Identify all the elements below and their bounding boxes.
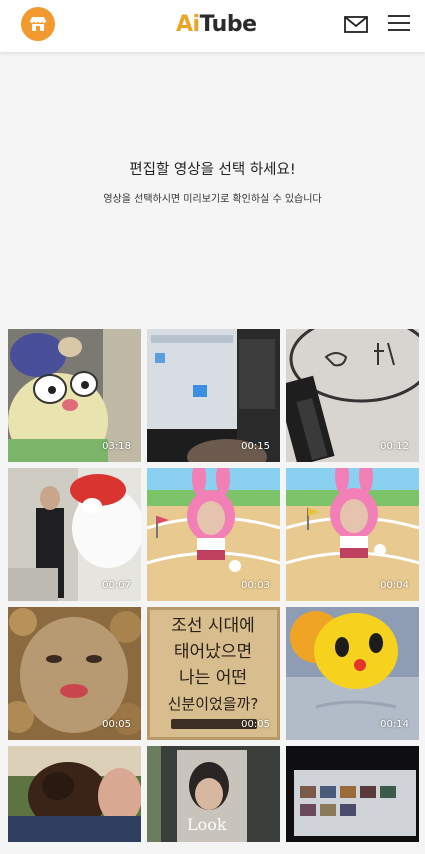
app-logo[interactable]: AiTube xyxy=(176,10,257,40)
video-thumbnail[interactable] xyxy=(286,746,419,842)
video-thumbnail[interactable]: 03:18 xyxy=(8,329,141,462)
logo-tube: Tube xyxy=(199,12,257,37)
app-header: AiTube xyxy=(0,0,425,52)
video-duration: 00:12 xyxy=(380,441,409,452)
store-icon xyxy=(29,17,47,31)
video-thumbnail[interactable]: 00:12 xyxy=(286,329,419,462)
intro-subtitle: 영상을 선택하시면 미리보기로 확인하실 수 있습니다 xyxy=(103,194,322,205)
intro-section: 편집할 영상을 선택 하세요! 영상을 선택하시면 미리보기로 확인하실 수 있… xyxy=(0,52,425,322)
video-thumbnail[interactable]: 00:04 xyxy=(286,468,419,601)
intro-title: 편집할 영상을 선택 하세요! xyxy=(129,162,296,178)
hamburger-menu-icon[interactable] xyxy=(388,14,410,32)
logo-ai: Ai xyxy=(176,12,200,37)
poster-line-4: 신분이었을까? xyxy=(168,695,259,713)
video-duration: 00:03 xyxy=(241,580,270,591)
video-duration: 00:14 xyxy=(380,719,409,730)
hair-bun-image xyxy=(8,746,141,842)
video-duration: 00:07 xyxy=(102,580,131,591)
video-thumbnail[interactable]: 00:05 xyxy=(8,607,141,740)
poster-line-3: 나는 어떤 xyxy=(179,668,247,688)
video-duration: 00:05 xyxy=(241,719,270,730)
store-button[interactable] xyxy=(21,7,55,41)
poster-line-1: 조선 시대에 xyxy=(171,616,255,636)
video-thumbnail[interactable]: 00:15 xyxy=(147,329,280,462)
video-duration: 03:18 xyxy=(102,441,131,452)
magazine-title: Look xyxy=(187,815,227,834)
video-duration: 00:04 xyxy=(380,580,409,591)
monitor-gallery-image xyxy=(286,746,419,842)
mail-icon[interactable] xyxy=(344,14,368,34)
poster-line-2: 태어났으면 xyxy=(174,642,252,662)
video-duration: 00:05 xyxy=(102,719,131,730)
video-thumbnail[interactable]: 00:03 xyxy=(147,468,280,601)
video-thumbnail[interactable]: 조선 시대에 태어났으면 나는 어떤 신분이었을까? 00:05 xyxy=(147,607,280,740)
video-thumbnail[interactable]: 00:14 xyxy=(286,607,419,740)
magazine-cover-image: Look xyxy=(147,746,280,842)
video-duration: 00:15 xyxy=(241,441,270,452)
video-thumbnail[interactable]: Look xyxy=(147,746,280,842)
video-thumbnail[interactable] xyxy=(8,746,141,842)
video-thumbnail[interactable]: 00:07 xyxy=(8,468,141,601)
